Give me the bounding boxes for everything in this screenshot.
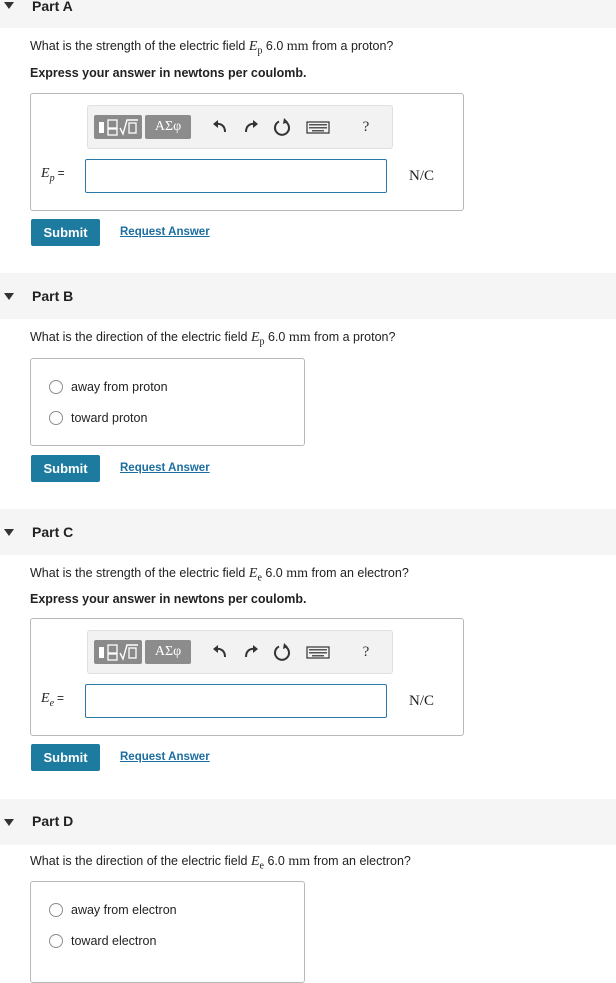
greek-letters-button[interactable]: ΑΣφ xyxy=(145,640,191,664)
reset-icon[interactable] xyxy=(272,117,292,137)
question-text: What is the direction of the electric fi… xyxy=(30,330,396,348)
submit-button[interactable]: Submit xyxy=(31,455,100,482)
collapse-caret-icon[interactable] xyxy=(4,2,14,9)
answer-box: ΑΣφ ? Ep = N/C xyxy=(30,93,464,211)
choice-box: away from electron toward electron xyxy=(30,881,305,983)
question-text: What is the strength of the electric fie… xyxy=(30,566,409,584)
help-button[interactable]: ? xyxy=(356,115,376,139)
question-text: What is the strength of the electric fie… xyxy=(30,39,394,57)
request-answer-link[interactable]: Request Answer xyxy=(120,751,210,763)
question-text: What is the direction of the electric fi… xyxy=(30,854,411,872)
instruction-text: Express your answer in newtons per coulo… xyxy=(30,592,307,606)
submit-button[interactable]: Submit xyxy=(31,219,100,246)
undo-icon[interactable] xyxy=(210,642,230,662)
choice-box: away from proton toward proton xyxy=(30,358,305,446)
answer-input[interactable] xyxy=(85,159,387,193)
radio-button[interactable] xyxy=(49,411,63,425)
part-title: Part D xyxy=(32,813,74,829)
redo-icon[interactable] xyxy=(241,642,261,662)
keyboard-icon[interactable] xyxy=(306,117,330,137)
help-button[interactable]: ? xyxy=(356,640,376,664)
part-a-header[interactable]: Part A xyxy=(0,0,616,28)
part-title: Part A xyxy=(32,0,73,14)
undo-icon[interactable] xyxy=(210,117,230,137)
collapse-caret-icon[interactable] xyxy=(4,293,14,300)
submit-button[interactable]: Submit xyxy=(31,744,100,771)
reset-icon[interactable] xyxy=(272,642,292,662)
radio-button[interactable] xyxy=(49,380,63,394)
unit-label: N/C xyxy=(409,168,435,184)
request-answer-link[interactable]: Request Answer xyxy=(120,462,210,474)
answer-box: ΑΣφ ? Ee = N/C xyxy=(30,618,464,736)
unit-label: N/C xyxy=(409,693,435,709)
radio-button[interactable] xyxy=(49,934,63,948)
instruction-text: Express your answer in newtons per coulo… xyxy=(30,66,307,80)
request-answer-link[interactable]: Request Answer xyxy=(120,226,210,238)
part-title: Part B xyxy=(32,288,74,304)
radio-button[interactable] xyxy=(49,903,63,917)
redo-icon[interactable] xyxy=(241,117,261,137)
keyboard-icon[interactable] xyxy=(306,642,330,662)
templates-button[interactable] xyxy=(94,640,142,664)
collapse-caret-icon[interactable] xyxy=(4,819,14,826)
part-c-header[interactable]: Part C xyxy=(0,509,616,555)
math-toolbar: ΑΣφ ? xyxy=(87,630,393,674)
templates-icon xyxy=(99,644,138,661)
part-d-header[interactable]: Part D xyxy=(0,799,616,845)
templates-icon xyxy=(99,119,138,136)
answer-label: Ep = xyxy=(41,166,65,184)
part-title: Part C xyxy=(32,524,74,540)
templates-button[interactable] xyxy=(94,115,142,139)
greek-letters-button[interactable]: ΑΣφ xyxy=(145,115,191,139)
part-b-header[interactable]: Part B xyxy=(0,273,616,319)
math-toolbar: ΑΣφ ? xyxy=(87,105,393,149)
collapse-caret-icon[interactable] xyxy=(4,529,14,536)
answer-label: Ee = xyxy=(41,691,65,709)
answer-input[interactable] xyxy=(85,684,387,718)
